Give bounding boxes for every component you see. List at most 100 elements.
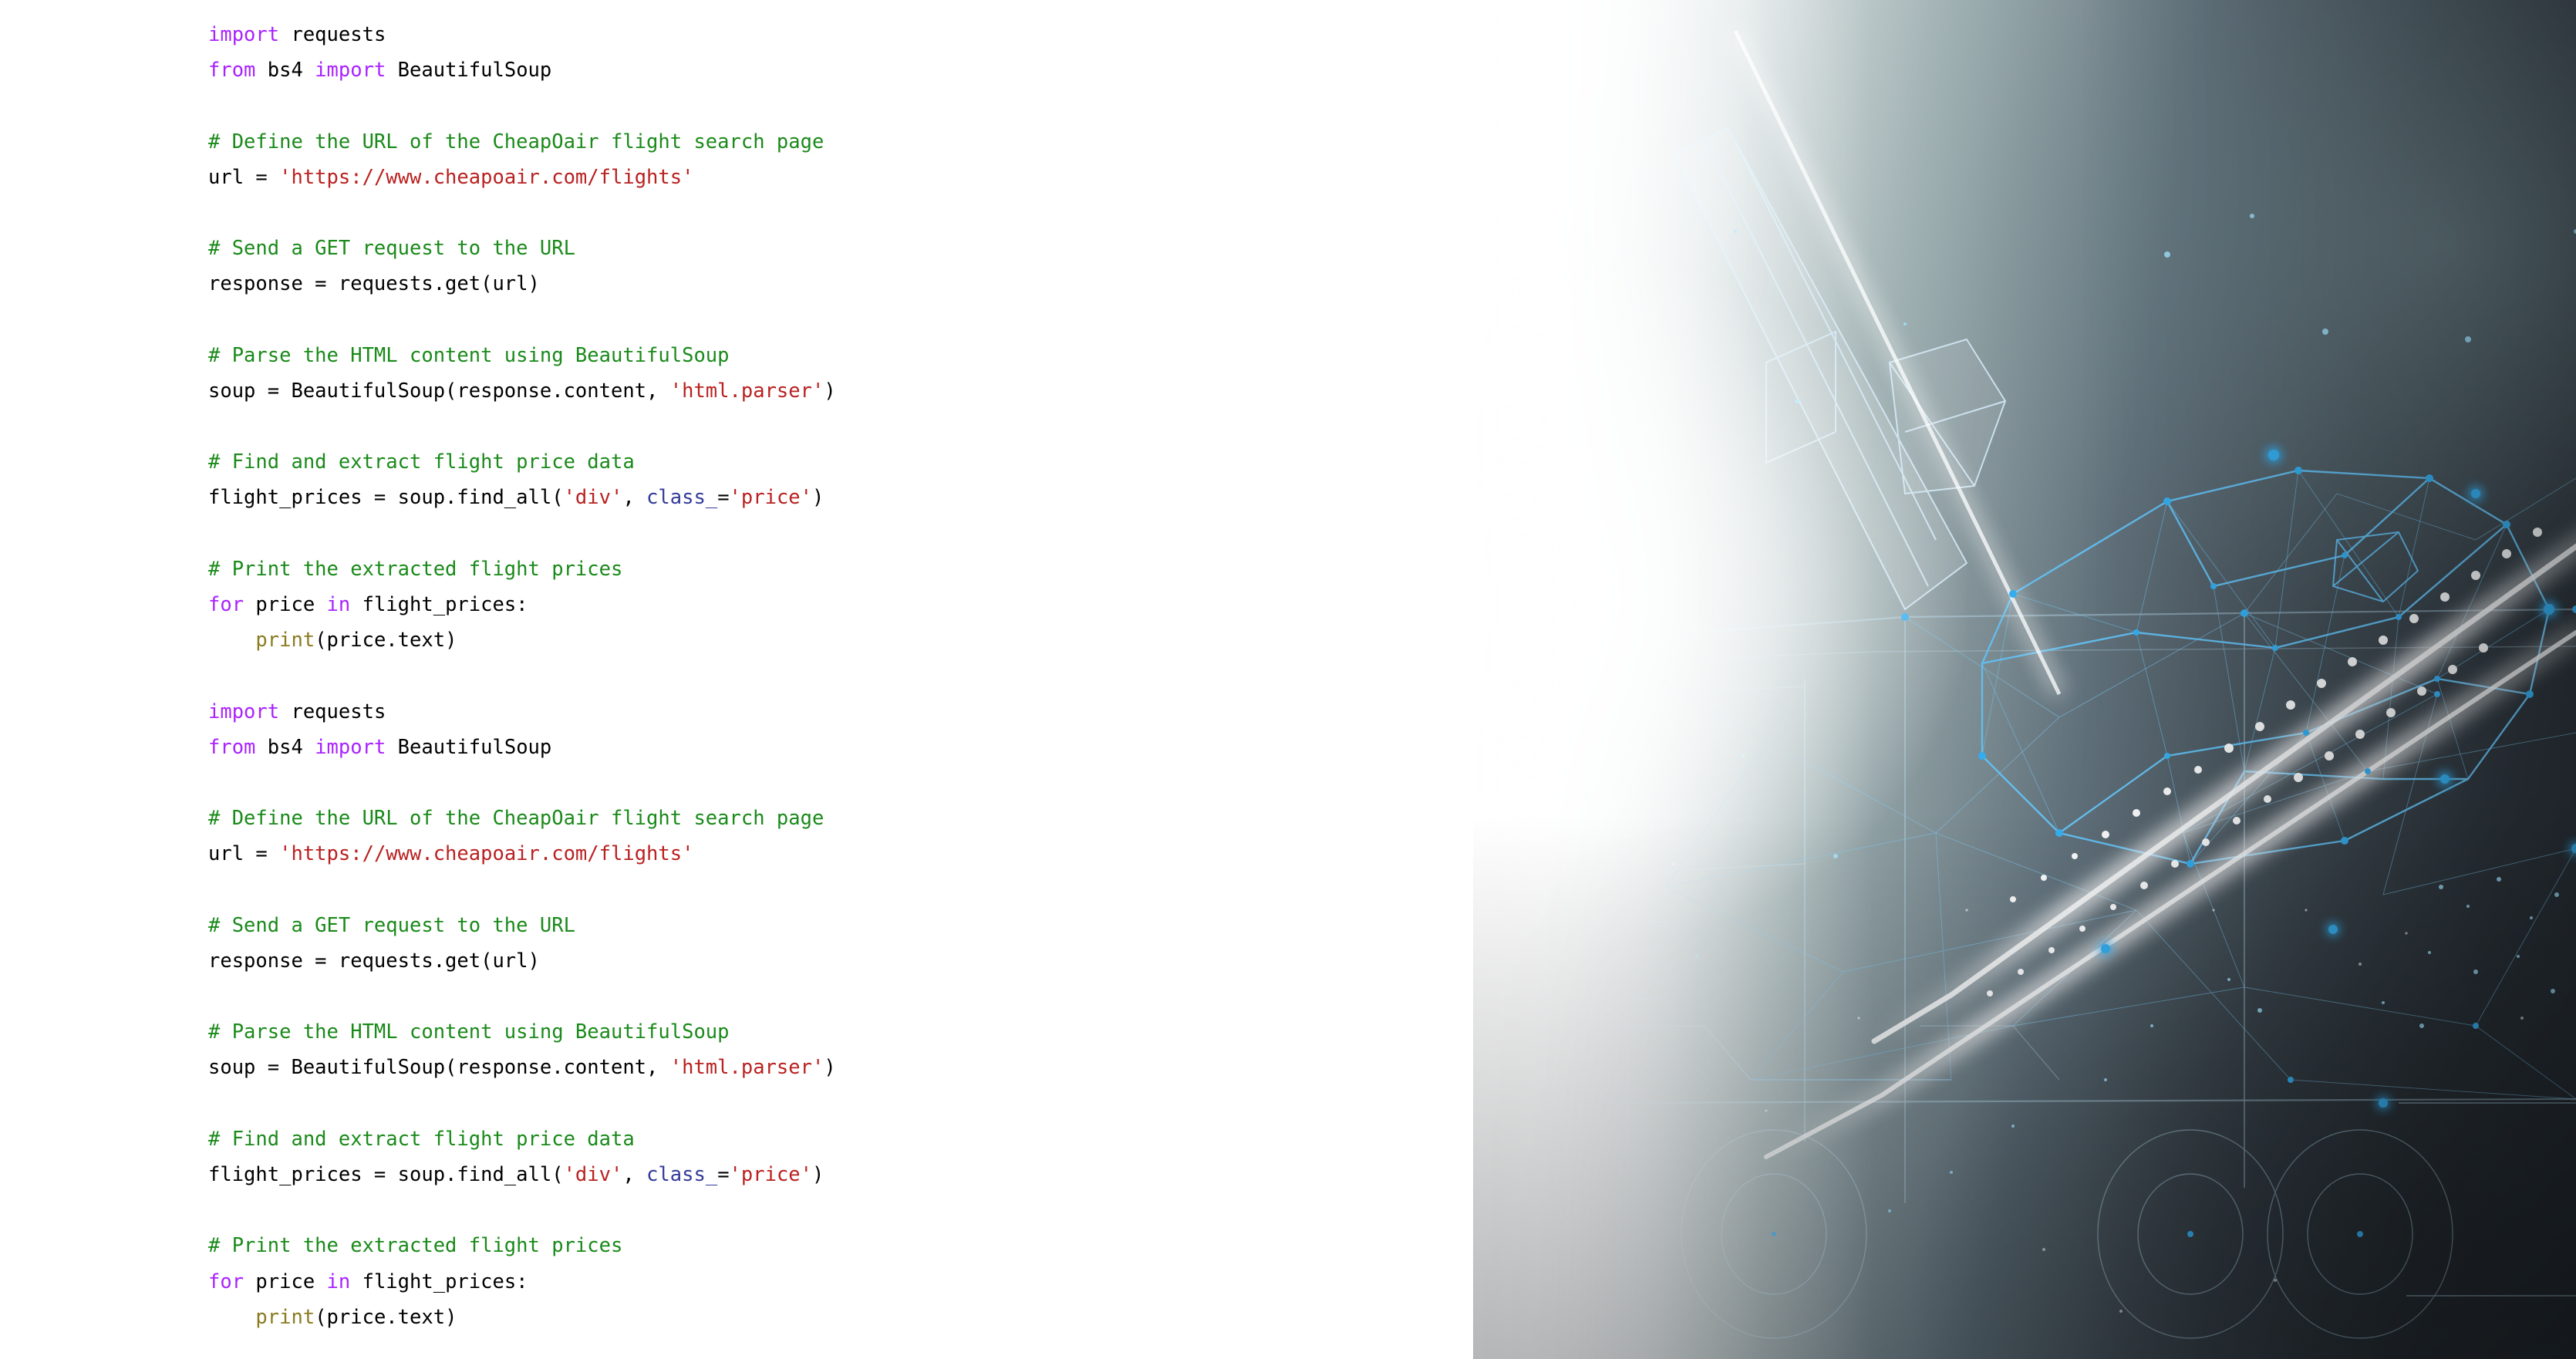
code-token: import bbox=[208, 23, 280, 46]
code-token: # Print the extracted flight prices bbox=[208, 1234, 623, 1258]
code-token: in bbox=[326, 593, 351, 616]
code-token: (price.text) bbox=[315, 1305, 457, 1329]
code-line: url = 'https://www.cheapoair.com/flights… bbox=[208, 836, 836, 872]
code-token: flight_prices = soup.find_all( bbox=[208, 486, 564, 510]
wireframe-airplane-truck-illustration bbox=[1557, 28, 2576, 1339]
code-token: = bbox=[717, 1163, 730, 1186]
code-line: # Send a GET request to the URL bbox=[208, 908, 836, 943]
code-token: 'html.parser' bbox=[669, 379, 824, 403]
code-token: class_ bbox=[646, 1163, 718, 1186]
code-token: bs4 bbox=[255, 59, 315, 83]
code-token: # Send a GET request to the URL bbox=[208, 237, 575, 261]
code-token: import bbox=[315, 59, 386, 83]
code-token: # Define the URL of the CheapOair flight… bbox=[208, 807, 824, 831]
code-token: soup = BeautifulSoup(response.content, bbox=[208, 1056, 670, 1080]
code-line: flight_prices = soup.find_all('div', cla… bbox=[208, 480, 836, 515]
code-line: import requests bbox=[208, 17, 836, 52]
code-token: ) bbox=[812, 1163, 824, 1186]
code-line: flight_prices = soup.find_all('div', cla… bbox=[208, 1157, 836, 1192]
code-token: 'https://www.cheapoair.com/flights' bbox=[279, 842, 694, 866]
code-token: 'div' bbox=[563, 486, 623, 510]
python-code-listing[interactable]: import requests from bs4 import Beautiful… bbox=[208, 17, 836, 1335]
code-token: ) bbox=[824, 379, 836, 403]
code-line: import requests bbox=[208, 694, 836, 730]
code-token: print bbox=[255, 1305, 315, 1329]
code-line: # Find and extract flight price data bbox=[208, 444, 836, 480]
code-line: response = requests.get(url) bbox=[208, 266, 836, 302]
code-token: import bbox=[315, 735, 386, 759]
hero-image-panel bbox=[1473, 0, 2576, 1359]
code-line: from bs4 import BeautifulSoup bbox=[208, 52, 836, 88]
code-token: BeautifulSoup bbox=[386, 59, 552, 83]
code-token: for bbox=[208, 593, 244, 616]
code-token: response = requests.get(url) bbox=[208, 272, 540, 296]
code-line: soup = BeautifulSoup(response.content, '… bbox=[208, 1050, 836, 1085]
code-line: # Define the URL of the CheapOair flight… bbox=[208, 801, 836, 836]
code-token: url = bbox=[208, 165, 280, 189]
code-token: bs4 bbox=[255, 735, 315, 759]
code-line: # Parse the HTML content using Beautiful… bbox=[208, 338, 836, 373]
code-token: flight_prices: bbox=[350, 1270, 528, 1293]
code-token: ) bbox=[812, 486, 824, 510]
code-token: , bbox=[622, 486, 647, 510]
code-line: # Parse the HTML content using Beautiful… bbox=[208, 1014, 836, 1050]
code-token: from bbox=[208, 59, 256, 83]
code-token: soup = BeautifulSoup(response.content, bbox=[208, 379, 670, 403]
code-token: 'html.parser' bbox=[669, 1056, 824, 1080]
code-token: flight_prices = soup.find_all( bbox=[208, 1163, 564, 1186]
code-line: # Define the URL of the CheapOair flight… bbox=[208, 124, 836, 160]
code-token: requests bbox=[279, 23, 386, 46]
code-line: response = requests.get(url) bbox=[208, 943, 836, 979]
slide-canvas: import requests from bs4 import Beautiful… bbox=[0, 0, 2576, 1359]
code-line: # Print the extracted flight prices bbox=[208, 1228, 836, 1263]
code-line: url = 'https://www.cheapoair.com/flights… bbox=[208, 160, 836, 195]
code-token: 'price' bbox=[729, 486, 813, 510]
code-line: # Send a GET request to the URL bbox=[208, 231, 836, 266]
code-line: # Print the extracted flight prices bbox=[208, 551, 836, 587]
code-token: 'price' bbox=[729, 1163, 813, 1186]
code-token: price bbox=[244, 593, 327, 616]
code-token: import bbox=[208, 700, 280, 723]
code-token: url = bbox=[208, 842, 280, 866]
code-token: # Find and extract flight price data bbox=[208, 450, 635, 474]
code-line: soup = BeautifulSoup(response.content, '… bbox=[208, 373, 836, 409]
code-line: for price in flight_prices: bbox=[208, 1264, 836, 1300]
code-line: print(price.text) bbox=[208, 622, 836, 658]
code-token: (price.text) bbox=[315, 629, 457, 653]
code-line: print(price.text) bbox=[208, 1300, 836, 1335]
code-token: for bbox=[208, 1270, 244, 1293]
code-token: , bbox=[622, 1163, 647, 1186]
code-token: # Parse the HTML content using Beautiful… bbox=[208, 1020, 730, 1044]
code-token: # Define the URL of the CheapOair flight… bbox=[208, 130, 824, 153]
code-panel: import requests from bs4 import Beautiful… bbox=[0, 0, 1473, 1359]
code-token: print bbox=[255, 629, 315, 653]
code-token: price bbox=[244, 1270, 327, 1293]
code-token: from bbox=[208, 735, 256, 759]
code-line: for price in flight_prices: bbox=[208, 587, 836, 622]
code-token: class_ bbox=[646, 486, 718, 510]
code-token: 'div' bbox=[563, 1163, 623, 1186]
code-token: # Find and extract flight price data bbox=[208, 1127, 635, 1151]
code-token: # Send a GET request to the URL bbox=[208, 913, 575, 937]
code-line: from bs4 import BeautifulSoup bbox=[208, 730, 836, 765]
code-token: = bbox=[717, 486, 730, 510]
code-token: flight_prices: bbox=[350, 593, 528, 616]
code-token: response = requests.get(url) bbox=[208, 949, 540, 973]
code-token: ) bbox=[824, 1056, 836, 1080]
code-token: # Print the extracted flight prices bbox=[208, 557, 623, 581]
code-token: in bbox=[326, 1270, 351, 1293]
code-line: # Find and extract flight price data bbox=[208, 1121, 836, 1157]
